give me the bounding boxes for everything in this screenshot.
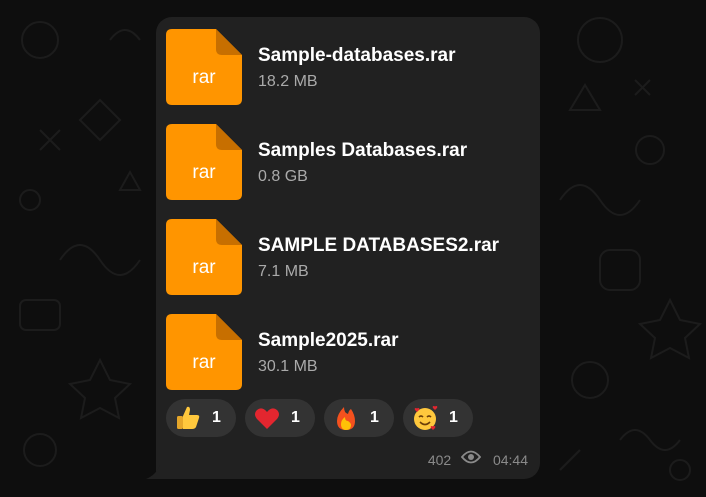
file-icon[interactable]: rar bbox=[166, 124, 242, 200]
file-size: 18.2 MB bbox=[258, 73, 318, 90]
thumbs-up-icon bbox=[177, 406, 200, 429]
reactions-bar: 1 1 1 1 bbox=[166, 399, 536, 439]
file-icon[interactable]: rar bbox=[166, 29, 242, 105]
bubble-tail bbox=[146, 465, 160, 479]
file-size: 7.1 MB bbox=[258, 263, 309, 280]
file-extension: rar bbox=[192, 67, 216, 88]
reaction-count: 1 bbox=[212, 409, 221, 426]
red-heart-icon bbox=[255, 408, 279, 429]
eye-icon bbox=[460, 450, 482, 464]
message-time: 04:44 bbox=[492, 452, 528, 469]
reaction-count: 1 bbox=[370, 409, 379, 426]
file-attachment[interactable]: rar SAMPLE DATABASES2.rar 7.1 MB bbox=[166, 219, 536, 295]
reaction-fire[interactable]: 1 bbox=[324, 399, 394, 437]
file-size: 30.1 MB bbox=[258, 358, 318, 375]
file-attachment[interactable]: rar Samples Databases.rar 0.8 GB bbox=[166, 124, 536, 200]
file-name[interactable]: Sample-databases.rar bbox=[258, 45, 456, 67]
file-attachment[interactable]: rar Sample2025.rar 30.1 MB bbox=[166, 314, 536, 390]
reaction-count: 1 bbox=[291, 409, 300, 426]
file-extension: rar bbox=[192, 352, 216, 373]
reaction-smiling-face-with-hearts[interactable]: 1 bbox=[403, 399, 473, 437]
smiling-face-with-hearts-icon bbox=[414, 406, 438, 430]
file-name[interactable]: Sample2025.rar bbox=[258, 330, 399, 352]
fire-icon bbox=[337, 407, 355, 430]
view-count: 402 bbox=[427, 452, 452, 469]
file-size: 0.8 GB bbox=[258, 168, 308, 185]
reaction-thumbs-up[interactable]: 1 bbox=[166, 399, 236, 437]
file-extension: rar bbox=[192, 257, 216, 278]
message-bubble: rar Sample-databases.rar 18.2 MB rar Sam… bbox=[156, 17, 540, 479]
reaction-count: 1 bbox=[449, 409, 458, 426]
message-meta: 402 04:44 bbox=[428, 449, 528, 469]
file-attachment[interactable]: rar Sample-databases.rar 18.2 MB bbox=[166, 29, 536, 105]
file-name[interactable]: Samples Databases.rar bbox=[258, 140, 467, 162]
file-icon[interactable]: rar bbox=[166, 219, 242, 295]
file-name[interactable]: SAMPLE DATABASES2.rar bbox=[258, 235, 499, 257]
file-extension: rar bbox=[192, 162, 216, 183]
reaction-red-heart[interactable]: 1 bbox=[245, 399, 315, 437]
file-icon[interactable]: rar bbox=[166, 314, 242, 390]
